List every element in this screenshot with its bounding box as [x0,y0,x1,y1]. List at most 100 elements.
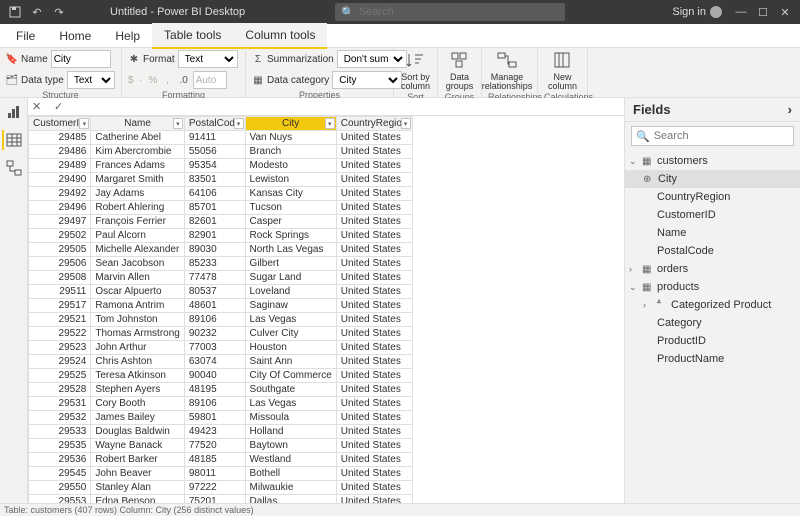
cell[interactable]: 64106 [184,187,245,201]
cell[interactable]: United States [336,481,412,495]
cell[interactable]: 63074 [184,355,245,369]
cell[interactable]: Culver City [245,327,336,341]
cell[interactable]: 80537 [184,285,245,299]
menu-file[interactable]: File [4,24,47,48]
cell[interactable]: Dallas [245,495,336,504]
data-groups-button[interactable]: Data groups [444,49,475,92]
cell[interactable]: Holland [245,425,336,439]
field-productname[interactable]: ProductName [625,350,800,368]
collapse-icon[interactable]: › [788,102,792,117]
cell[interactable]: 59801 [184,411,245,425]
cell[interactable]: North Las Vegas [245,243,336,257]
cell[interactable]: Stephen Ayers [91,383,184,397]
cell[interactable]: United States [336,411,412,425]
data-grid[interactable]: CustomerID▾Name▾PostalCode▾City▾CountryR… [28,116,624,503]
cell[interactable]: Stanley Alan [91,481,184,495]
cell[interactable]: 29545 [29,467,91,481]
cell[interactable]: United States [336,383,412,397]
cell[interactable]: 75201 [184,495,245,504]
field-postalcode[interactable]: PostalCode [625,242,800,260]
cell[interactable]: 29550 [29,481,91,495]
cell[interactable]: United States [336,327,412,341]
cell[interactable]: 29492 [29,187,91,201]
cell[interactable]: 29489 [29,159,91,173]
cell[interactable]: 83501 [184,173,245,187]
menu-column-tools[interactable]: Column tools [233,23,327,49]
fields-search-input[interactable] [654,130,789,142]
table-row[interactable]: 29511Oscar Alpuerto80537LovelandUnited S… [29,285,413,299]
cell[interactable]: 85701 [184,201,245,215]
table-row[interactable]: 29490Margaret Smith83501LewistonUnited S… [29,173,413,187]
cell[interactable]: United States [336,173,412,187]
table-row[interactable]: 29550Stanley Alan97222MilwaukieUnited St… [29,481,413,495]
cell[interactable]: 29511 [29,285,91,299]
cell[interactable]: United States [336,187,412,201]
cell[interactable]: Gilbert [245,257,336,271]
cell[interactable]: Kansas City [245,187,336,201]
commit-icon[interactable]: ✓ [54,100,68,113]
fields-search[interactable]: 🔍 [631,126,794,146]
cell[interactable]: 55056 [184,145,245,159]
column-header-customerid[interactable]: CustomerID▾ [29,117,91,131]
cell[interactable]: 29528 [29,383,91,397]
cell[interactable]: John Arthur [91,341,184,355]
cancel-icon[interactable]: ✕ [32,100,46,113]
cell[interactable]: 29522 [29,327,91,341]
cell[interactable]: Marvin Allen [91,271,184,285]
cell[interactable]: Milwaukie [245,481,336,495]
chevron-icon[interactable]: ⌄ [629,156,639,167]
cell[interactable]: United States [336,453,412,467]
cell[interactable]: 29535 [29,439,91,453]
cell[interactable]: Van Nuys [245,131,336,145]
table-row[interactable]: 29553Edna Benson75201DallasUnited States [29,495,413,504]
table-row[interactable]: 29485Catherine Abel91411Van NuysUnited S… [29,131,413,145]
cell[interactable]: Rock Springs [245,229,336,243]
cell[interactable]: 82601 [184,215,245,229]
field-category[interactable]: Category [625,314,800,332]
table-row[interactable]: 29525Teresa Atkinson90040City Of Commerc… [29,369,413,383]
cell[interactable]: 90040 [184,369,245,383]
cell[interactable]: Branch [245,145,336,159]
cell[interactable]: 49423 [184,425,245,439]
close-icon[interactable]: ✕ [774,1,796,23]
cell[interactable]: United States [336,439,412,453]
cell[interactable]: 95354 [184,159,245,173]
datatype-select[interactable]: Text [67,71,115,89]
search-box[interactable]: 🔍 [335,3,565,21]
cell[interactable]: 29525 [29,369,91,383]
cell[interactable]: François Ferrier [91,215,184,229]
cell[interactable]: United States [336,271,412,285]
cell[interactable]: United States [336,299,412,313]
datacategory-select[interactable]: City [332,71,402,89]
report-view-icon[interactable] [4,102,24,122]
cell[interactable]: 29517 [29,299,91,313]
menu-table-tools[interactable]: Table tools [152,23,233,49]
cell[interactable]: Houston [245,341,336,355]
cell[interactable]: 29531 [29,397,91,411]
table-row[interactable]: 29486Kim Abercrombie55056BranchUnited St… [29,145,413,159]
table-row[interactable]: 29496Robert Ahlering85701TucsonUnited St… [29,201,413,215]
format-select[interactable]: Text [178,50,238,68]
field-customerid[interactable]: CustomerID [625,206,800,224]
cell[interactable]: Westland [245,453,336,467]
cell[interactable]: 29521 [29,313,91,327]
cell[interactable]: Las Vegas [245,313,336,327]
cell[interactable]: Sean Jacobson [91,257,184,271]
cell[interactable]: 91411 [184,131,245,145]
field-categorized-product[interactable]: ›؞Categorized Product [625,296,800,314]
cell[interactable]: 97222 [184,481,245,495]
save-icon[interactable] [4,1,26,23]
chevron-icon[interactable]: › [629,264,639,274]
cell[interactable]: Bothell [245,467,336,481]
cell[interactable]: Robert Barker [91,453,184,467]
field-city[interactable]: ⊕City [625,170,800,188]
maximize-icon[interactable]: ☐ [752,1,774,23]
table-row[interactable]: 29531Cory Booth89106Las VegasUnited Stat… [29,397,413,411]
field-name[interactable]: Name [625,224,800,242]
cell[interactable]: United States [336,145,412,159]
table-row[interactable]: 29528Stephen Ayers48195SouthgateUnited S… [29,383,413,397]
cell[interactable]: United States [336,467,412,481]
column-name-input[interactable] [51,50,111,68]
cell[interactable]: Chris Ashton [91,355,184,369]
cell[interactable]: 29490 [29,173,91,187]
